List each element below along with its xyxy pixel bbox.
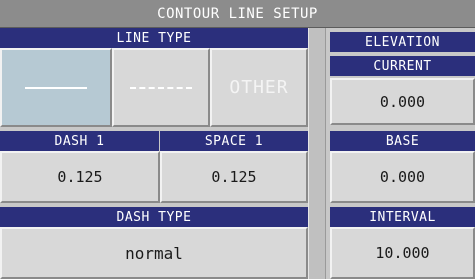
- line-type-other-button[interactable]: OTHER: [210, 48, 308, 127]
- dash1-field[interactable]: 0.125: [0, 151, 160, 203]
- line-type-solid-button[interactable]: [0, 48, 112, 127]
- dash-type-header: DASH TYPE: [0, 207, 308, 227]
- contour-line-setup-panel: CONTOUR LINE SETUP LINE TYPE OTHER DASH …: [0, 0, 475, 279]
- interval-header: INTERVAL: [330, 207, 475, 227]
- base-header: BASE: [330, 131, 475, 151]
- space1-field[interactable]: 0.125: [160, 151, 308, 203]
- line-type-header: LINE TYPE: [0, 28, 308, 48]
- column-divider: [308, 28, 326, 279]
- current-header: CURRENT: [330, 56, 475, 76]
- base-elevation-field[interactable]: 0.000: [330, 151, 475, 203]
- space1-header: SPACE 1: [160, 131, 308, 151]
- current-elevation-field[interactable]: 0.000: [330, 78, 475, 125]
- dash-type-field[interactable]: normal: [0, 227, 308, 279]
- elevation-header: ELEVATION: [330, 32, 475, 52]
- dash1-header: DASH 1: [0, 131, 160, 151]
- panel-title: CONTOUR LINE SETUP: [0, 0, 475, 28]
- interval-field[interactable]: 10.000: [330, 227, 475, 279]
- solid-line-icon: [25, 86, 87, 89]
- dashed-line-icon: [130, 86, 192, 89]
- line-type-dashed-button[interactable]: [112, 48, 210, 127]
